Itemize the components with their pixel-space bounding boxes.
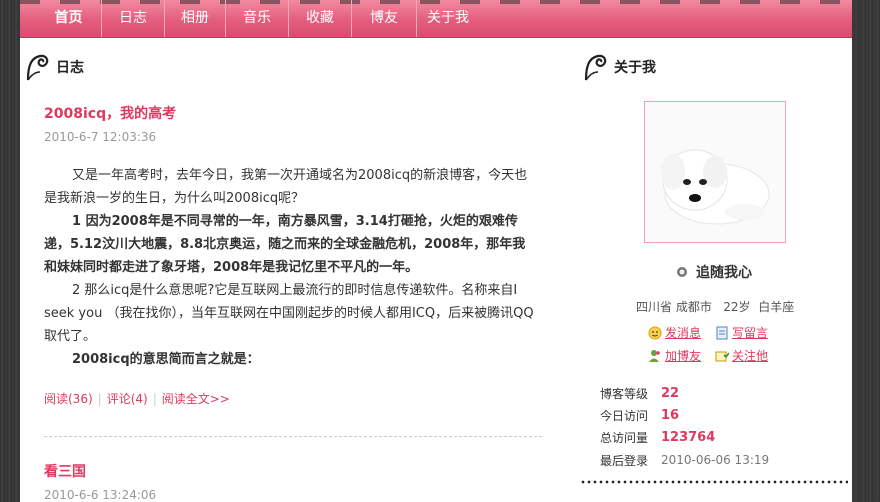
nav-item-friends[interactable]: 博友 [352,0,417,37]
post-date: 2010-6-7 12:03:36 [44,130,157,144]
about-section-header: 关于我 [582,52,656,82]
follow-button[interactable]: 关注他 [715,347,768,364]
stat-value-total: 123764 [661,430,716,445]
post-date: 2010-6-6 13:24:06 [44,488,157,502]
swirl-ornament-icon [26,54,49,81]
read-count-link[interactable]: 阅读(36) [44,392,93,406]
stat-label: 最后登录 [600,454,649,468]
puppy-avatar-image [645,102,785,242]
top-nav: 首页 日志 相册 音乐 收藏 博友 关于我 [20,0,852,38]
post-paragraph: 2 那么icq是什么意思呢?它是互联网上最流行的即时信息传递软件。名称来自I s… [44,283,534,344]
nav-item-home[interactable]: 首页 [36,0,102,37]
profile-location: 四川省 成都市 [636,300,712,314]
nav-item-favorites[interactable]: 收藏 [289,0,352,37]
nav-item-blog[interactable]: 日志 [102,0,165,37]
send-message-label: 发消息 [665,326,702,340]
follow-label: 关注他 [732,349,769,363]
profile-sign: 白羊座 [758,300,795,314]
stat-value-level: 22 [661,386,680,401]
stat-label: 总访问量 [600,431,649,445]
nav-item-music[interactable]: 音乐 [226,0,289,37]
online-status-icon [677,267,687,277]
post-divider [44,436,542,437]
blog-section-header: 日志 [24,52,84,82]
post-title[interactable]: 2008icq，我的高考 [44,103,176,123]
note-icon [716,326,728,339]
post-paragraph: 1 因为2008年是不同寻常的一年，南方暴风雪，3.14打砸抢，火炬的艰难传递，… [44,210,538,279]
profile-name-text: 追随我心 [696,265,752,281]
avatar[interactable] [644,101,786,243]
comment-count-link[interactable]: 评论(4) [107,392,148,406]
write-comment-label: 写留言 [732,326,769,340]
stat-value-last-login: 2010-06-06 13:19 [661,453,770,467]
post-paragraph-text: 1 因为2008年是不同寻常的一年，南方暴风雪，3.14打砸抢，火炬的艰难传递，… [44,214,526,275]
section-dotted-divider [580,480,848,484]
profile-meta: 四川省 成都市 22岁 白羊座 [636,298,794,315]
read-more-link[interactable]: 阅读全文>> [162,392,230,406]
section-title: 日志 [56,60,84,76]
profile-age: 22岁 [723,300,751,314]
post-title[interactable]: 看三国 [44,461,86,481]
post-body: 又是一年高考时，去年今日，我第一次开通域名为2008icq的新浪博客，今天也是我… [44,164,538,371]
post-paragraph: 2008icq的意思简而言之就是： [72,352,260,367]
swirl-ornament-icon [584,54,607,81]
follow-icon [715,351,729,361]
separator: | [152,392,157,406]
write-comment-button[interactable]: 写留言 [715,324,768,341]
add-user-icon [649,349,660,362]
separator: | [97,392,102,406]
stat-value-today: 16 [661,408,680,423]
add-friend-label: 加博友 [665,349,702,363]
blog-page: 首页 日志 相册 音乐 收藏 博友 关于我 日志 2008icq，我的高考 20… [20,0,852,502]
profile-name[interactable]: 追随我心 [676,262,752,282]
send-message-button[interactable]: 发消息 [648,324,701,341]
stat-label: 博客等级 [600,387,649,401]
post-actions: 阅读(36) | 评论(4) | 阅读全文>> [44,390,230,407]
nav-item-about[interactable]: 关于我 [417,0,479,37]
stat-label: 今日访问 [600,409,649,423]
post-paragraph: 又是一年高考时，去年今日，我第一次开通域名为2008icq的新浪博客，今天也是我… [44,168,528,206]
add-friend-button[interactable]: 加博友 [648,347,701,364]
section-title: 关于我 [614,60,656,76]
nav-item-album[interactable]: 相册 [165,0,226,37]
message-icon [648,326,662,339]
